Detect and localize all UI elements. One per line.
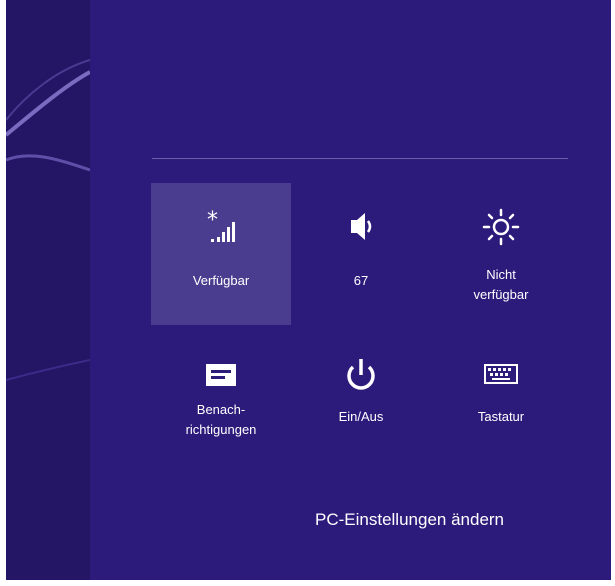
tile-network-label: Verfügbar [192,273,250,288]
svg-text:*: * [207,208,218,233]
start-screen-background [6,0,90,580]
tile-volume[interactable]: 67 [291,183,431,325]
tile-power-label: Ein/Aus [338,409,384,424]
background-swirl [6,59,90,381]
volume-icon [291,207,431,247]
tile-notifications[interactable]: Benach- richtigungen [151,335,291,477]
tile-power[interactable]: Ein/Aus [291,335,431,477]
notifications-icon [151,355,291,395]
tile-notifications-label: Benach- richtigungen [185,402,257,437]
tile-keyboard-label: Tastatur [477,409,525,424]
tile-brightness[interactable]: Nicht verfügbar [431,183,571,325]
tile-volume-label: 67 [353,273,369,288]
keyboard-icon [431,355,571,395]
settings-charm-panel: * Verfügbar 67 Nicht verfügbar Benach- r… [90,0,611,580]
network-signal-icon: * [151,207,291,247]
power-icon [291,355,431,395]
brightness-icon [431,207,571,247]
tile-brightness-label: Nicht verfügbar [473,267,529,302]
tile-network[interactable]: * Verfügbar [151,183,291,325]
divider [152,158,568,159]
change-pc-settings-link[interactable]: PC-Einstellungen ändern [315,510,504,530]
tile-keyboard[interactable]: Tastatur [431,335,571,477]
screen: * Verfügbar 67 Nicht verfügbar Benach- r… [6,0,611,580]
